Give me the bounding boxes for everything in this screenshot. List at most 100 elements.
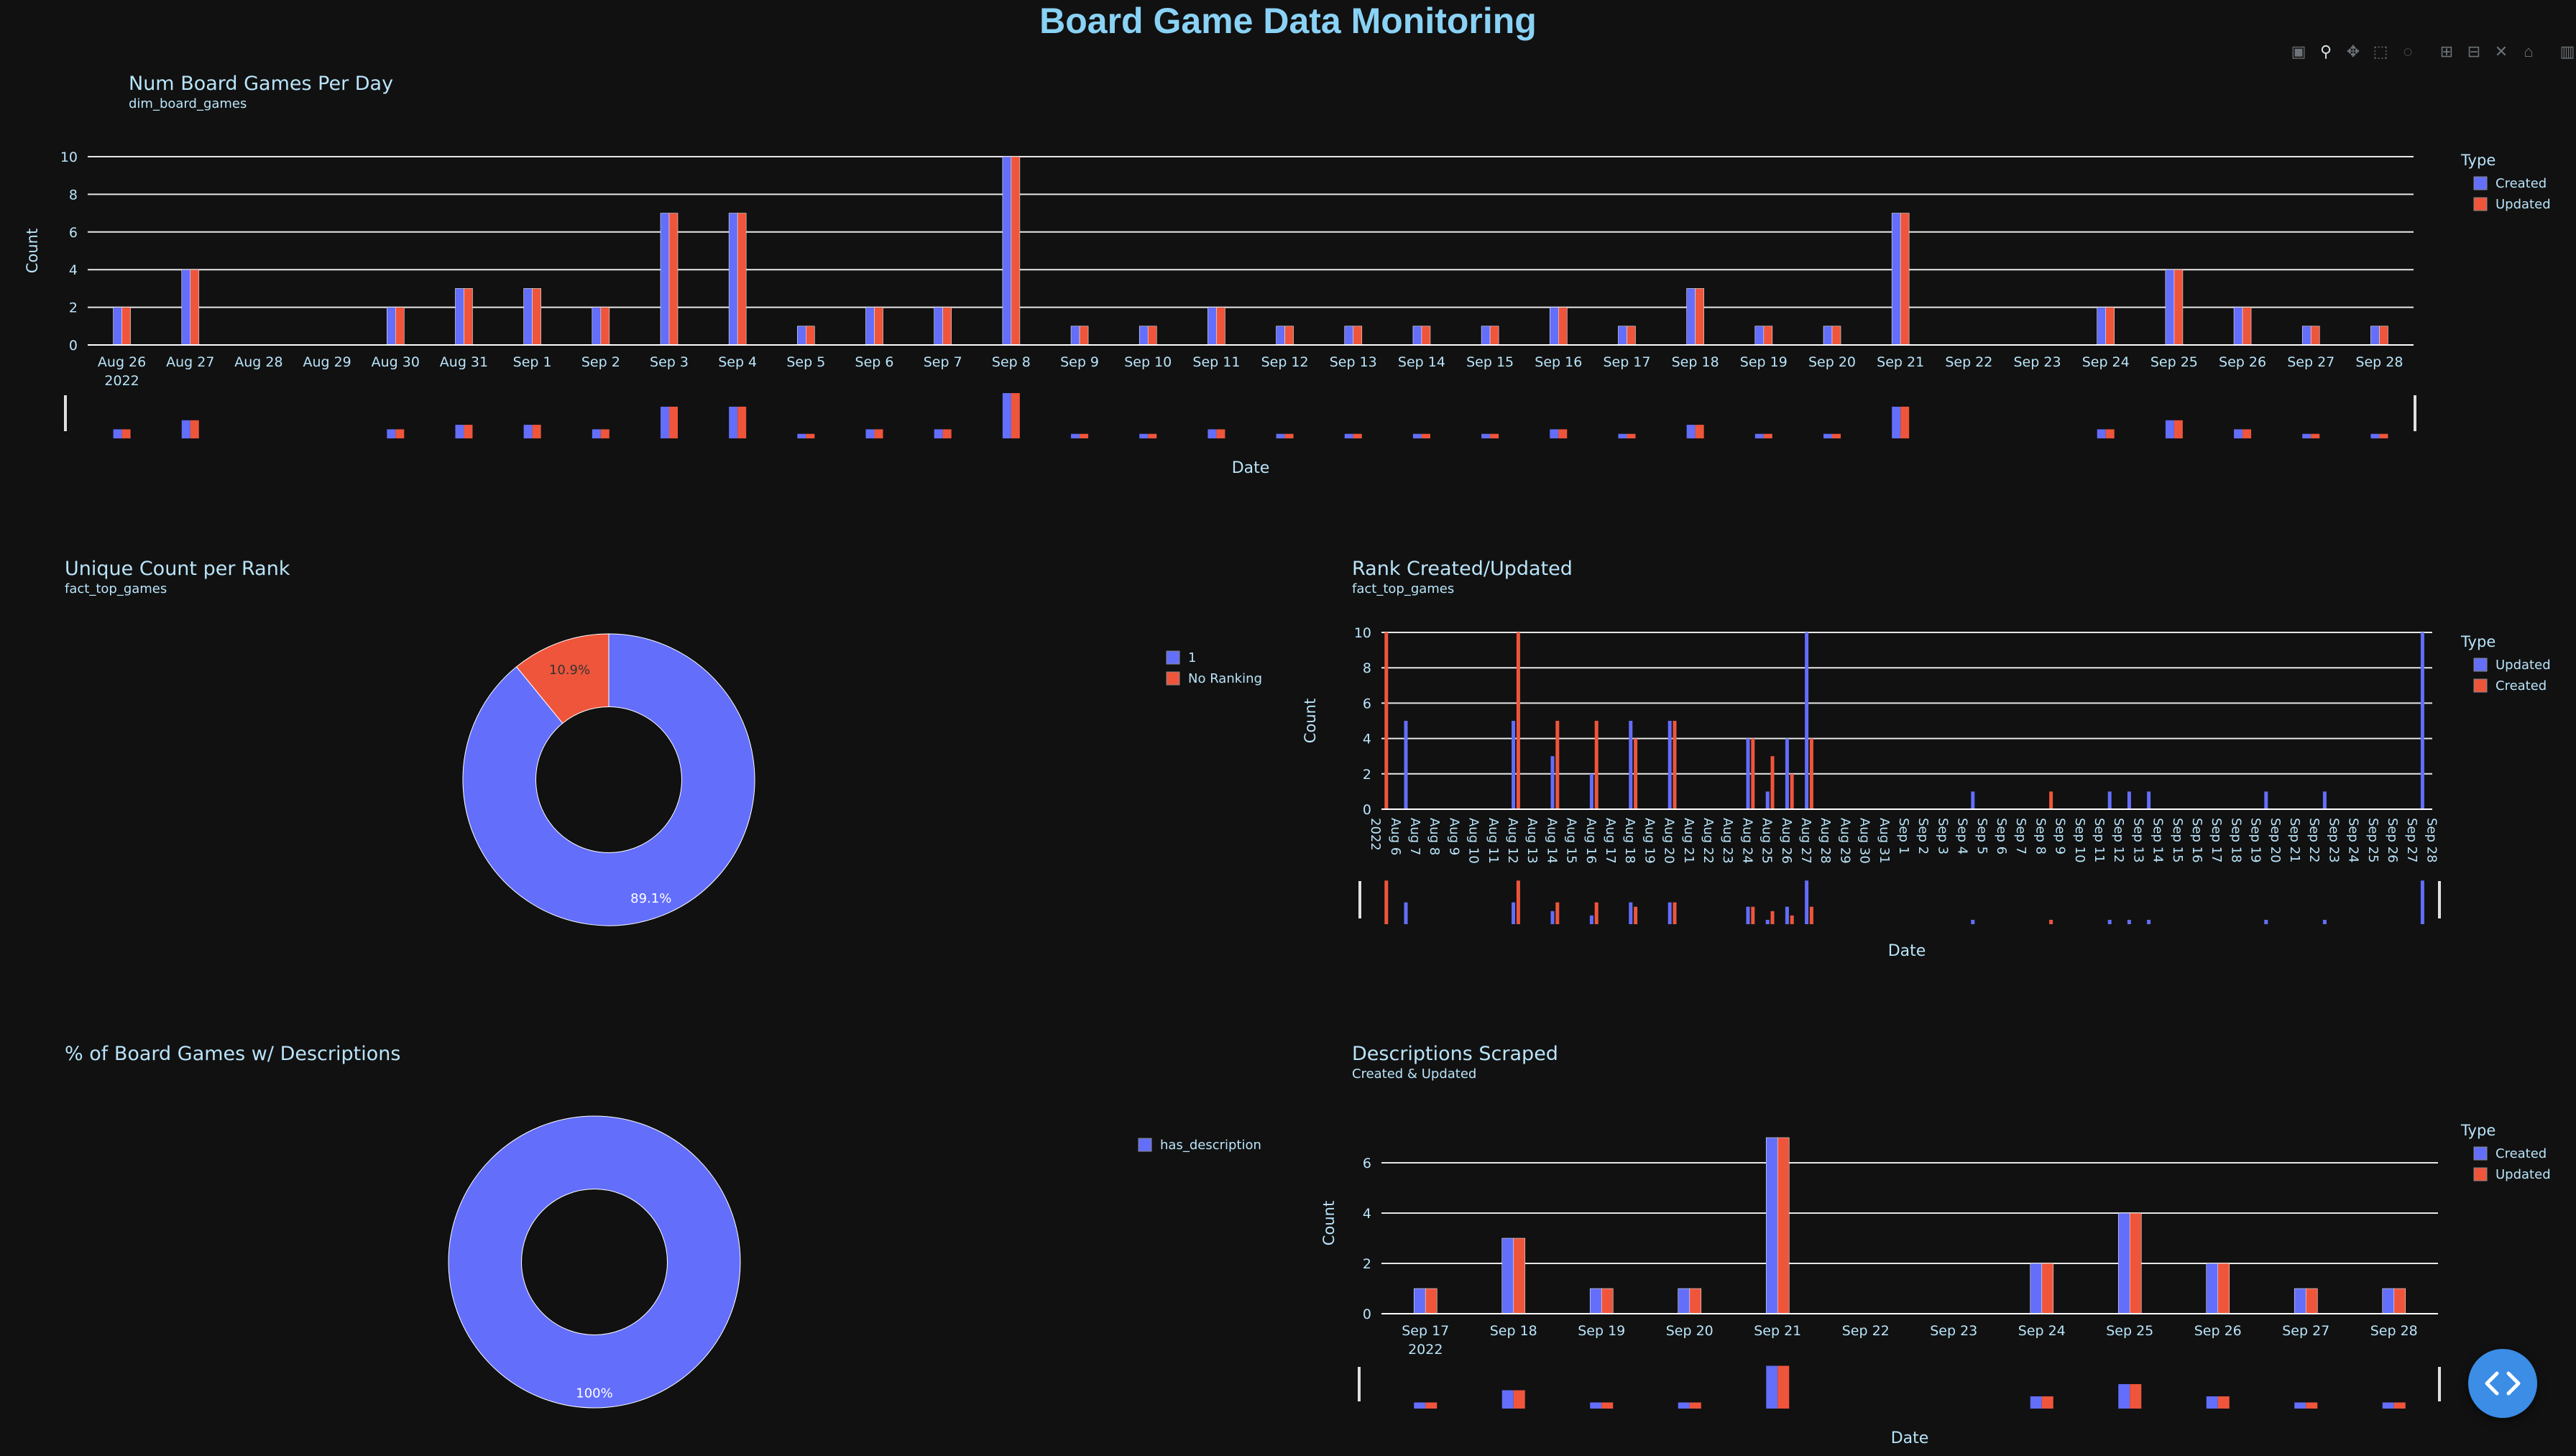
bar	[2105, 307, 2115, 346]
bar	[1763, 326, 1773, 346]
bar	[2379, 326, 2388, 346]
legend-label: Created	[2496, 678, 2547, 694]
slider-bar	[1668, 902, 1672, 924]
bar	[2264, 791, 2268, 809]
bar	[1668, 721, 1672, 809]
legend-label: has_description	[1160, 1138, 1261, 1153]
x-tick-label: Sep 17	[1402, 1323, 1449, 1339]
slider-bar	[1071, 433, 1080, 438]
x-tick-label: Sep 25	[2150, 354, 2198, 370]
slider-bar	[2217, 1396, 2230, 1409]
autoscale-icon[interactable]: ✕	[2491, 42, 2511, 62]
x-year-label: 2022	[104, 373, 139, 389]
bar	[1412, 326, 1422, 346]
slider-bar	[190, 420, 199, 438]
chart-num-board-games[interactable]: 0 2 4 6 8 10 Count Aug 26 Aug 27 Aug 28 Aug 29 Aug …	[0, 115, 2576, 489]
slider-bar	[1695, 425, 1704, 438]
y-axis-label: Count	[1302, 699, 1319, 743]
zoom-icon[interactable]: ⚲	[2316, 42, 2336, 62]
bar	[181, 269, 191, 346]
legend-swatch	[2473, 678, 2488, 693]
bar	[1751, 738, 1755, 809]
slider-bar	[2306, 1402, 2318, 1409]
slider-bar	[2130, 1384, 2142, 1409]
chart-rank-created-updated[interactable]: 0 2 4 6 8 10 Count Aug 6 Aug 7 Aug 8 Aug 9 Aug 10 Au…	[1294, 589, 2576, 977]
bar	[1138, 326, 1149, 346]
legend-swatch	[2473, 658, 2488, 672]
bar	[1627, 326, 1636, 346]
box-select-icon[interactable]: ⬚	[2370, 42, 2391, 62]
reset-axes-icon[interactable]: ⌂	[2518, 42, 2539, 62]
slider-handle-right	[2438, 881, 2441, 918]
y-tick-label: 0	[1363, 1307, 1371, 1322]
bar	[1589, 1288, 1602, 1314]
x-tick-label: Sep 20	[1666, 1323, 1714, 1339]
slider-bar	[1344, 433, 1353, 438]
plotly-logo-icon[interactable]: ▥	[2557, 42, 2576, 62]
x-tick-label: Aug 19	[1642, 818, 1657, 864]
zoom-out-icon[interactable]: ⊟	[2464, 42, 2484, 62]
slider-bar	[1276, 433, 1285, 438]
x-tick-label: Aug 30	[1857, 818, 1872, 864]
slider-bar	[934, 429, 943, 438]
slider-bar	[532, 425, 541, 438]
chart-descriptions-scraped[interactable]: 0 2 4 6 Count Sep 17 Sep 18 Sep 19 Sep 20 Sep 21 S…	[1294, 1078, 2576, 1456]
slider-bar	[1634, 906, 1638, 924]
x-tick-label: Aug 29	[303, 354, 351, 370]
slider-handle-right	[2438, 1367, 2441, 1401]
chart-pct-with-descriptions[interactable]: 100% has_description	[0, 1078, 1294, 1452]
slider-bar	[113, 429, 122, 438]
x-tick-label: Sep 28	[2370, 1323, 2418, 1339]
bar	[2294, 1288, 2306, 1314]
bar	[464, 288, 473, 346]
slider-bar	[2206, 1396, 2218, 1409]
bar	[2370, 326, 2380, 346]
bar	[2322, 791, 2327, 809]
slider-bar	[2105, 429, 2115, 438]
slider-bar	[1590, 1402, 1602, 1409]
x-tick-label: Sep 13	[1330, 354, 1377, 370]
code-toggle-button[interactable]	[2468, 1349, 2537, 1418]
x-tick-label: Aug 7	[1407, 818, 1422, 855]
lasso-icon[interactable]: ◌	[2398, 42, 2418, 62]
x-tick-label: Aug 29	[1837, 818, 1852, 864]
slider-bar	[2322, 919, 2327, 924]
bar	[2030, 1263, 2043, 1314]
y-tick-label: 8	[69, 187, 78, 203]
slider-bar	[1589, 915, 1593, 924]
bar	[1344, 326, 1354, 346]
y-tick-label: 6	[1363, 1156, 1371, 1171]
y-axis-label: Count	[24, 229, 41, 273]
x-tick-label: Sep 24	[2082, 354, 2130, 370]
chart-title-num-board-games: Num Board Games Per Day	[129, 73, 394, 95]
slider-bar	[181, 420, 190, 438]
slider-bar	[1481, 433, 1491, 438]
pie-slice	[448, 1115, 741, 1409]
bar	[455, 288, 464, 346]
bar	[532, 288, 541, 346]
x-year-label: 2022	[1408, 1342, 1443, 1358]
slider-bar	[1770, 911, 1775, 924]
y-axis-label: Count	[1320, 1201, 1338, 1245]
x-tick-label: Aug 8	[1427, 818, 1442, 855]
slider-bar	[2242, 429, 2252, 438]
x-tick-label: Sep 22	[1842, 1323, 1890, 1339]
bar	[1079, 326, 1089, 346]
x-tick-label: Sep 17	[2209, 818, 2224, 863]
chart-unique-count-per-rank[interactable]: 89.1% 10.9% 1 No Ranking	[0, 589, 1294, 934]
x-tick-label: Sep 19	[2248, 818, 2263, 863]
bar	[1823, 326, 1833, 346]
legend-swatch	[1138, 1138, 1152, 1152]
zoom-in-icon[interactable]: ⊞	[2437, 42, 2457, 62]
slider-bar	[1384, 880, 1389, 924]
camera-icon[interactable]: ▣	[2288, 42, 2309, 62]
slider-bar	[1594, 902, 1598, 924]
x-tick-label: Aug 14	[1544, 818, 1559, 864]
x-tick-label: Sep 3	[1935, 818, 1950, 854]
legend-swatch	[1166, 671, 1180, 686]
x-tick-label: Sep 8	[992, 354, 1031, 370]
bar	[2393, 1288, 2406, 1314]
pan-icon[interactable]: ✥	[2343, 42, 2363, 62]
bar	[1770, 756, 1775, 809]
slider-bar	[2370, 433, 2380, 438]
